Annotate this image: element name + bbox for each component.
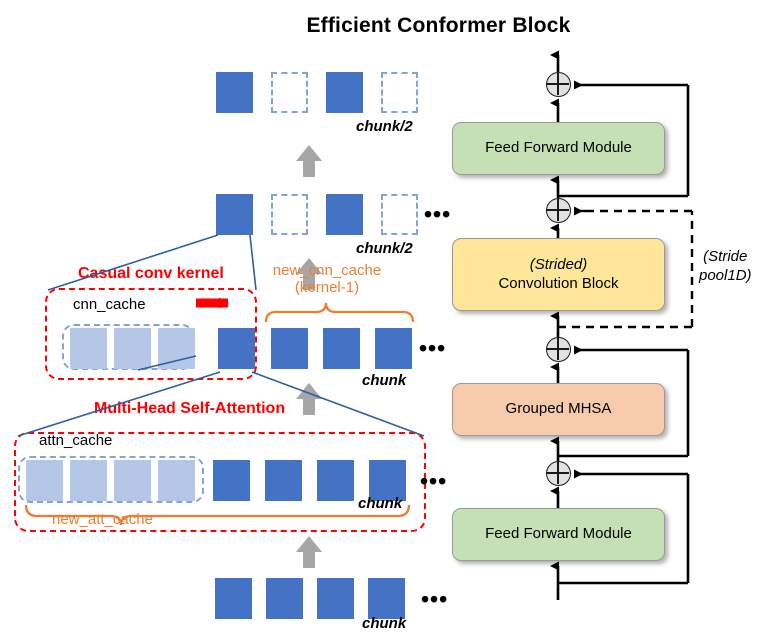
square-solid <box>216 72 253 113</box>
stride-note-line1: (Stride <box>703 248 748 265</box>
stride-note-line2: pool1D) <box>699 266 752 284</box>
multi-head-self-attention-label: Multi-Head Self-Attention <box>94 400 286 417</box>
diagram-canvas: Efficient Conformer Block chunk/2 ••• ch… <box>0 0 757 641</box>
module-convolution-block: (Strided) Convolution Block <box>452 238 665 311</box>
square-solid <box>266 578 303 619</box>
square-solid <box>213 460 250 501</box>
module-label: Feed Forward Module <box>485 139 632 157</box>
module-grouped-mhsa: Grouped MHSA <box>452 383 665 436</box>
adder-icon <box>546 461 571 486</box>
square-cache <box>70 460 107 501</box>
adder-icon <box>546 337 571 362</box>
chunk-label: chunk <box>358 495 403 512</box>
square-cache <box>114 328 151 369</box>
square-solid <box>271 328 308 369</box>
chunk-label: chunk <box>362 615 407 632</box>
stride-pool-note: (Stride pool1D) <box>699 248 752 286</box>
adder-icon <box>546 72 571 97</box>
up-arrow-icon <box>296 383 322 415</box>
square-solid <box>215 578 252 619</box>
new-att-cache-label: new_att_cache <box>52 511 153 528</box>
module-label: Grouped MHSA <box>505 400 612 418</box>
module-feed-forward-top: Feed Forward Module <box>452 122 665 175</box>
chunk-label: chunk <box>362 372 407 389</box>
square-cache <box>158 460 195 501</box>
casual-conv-kernel-label: Casual conv kernel <box>78 265 224 282</box>
chunk-label: chunk/2 <box>356 240 413 257</box>
up-arrow-icon <box>296 536 322 568</box>
ellipsis: ••• <box>419 335 447 361</box>
module-label-italic: (Strided) <box>529 255 588 273</box>
square-cache <box>158 328 195 369</box>
ellipsis: ••• <box>421 586 449 612</box>
cnn-cache-label: cnn_cache <box>73 296 146 313</box>
ellipsis: ••• <box>424 201 452 227</box>
new-cnn-cache-label: new_cnn_cache (kernel-1) <box>262 262 392 297</box>
square-solid <box>368 578 405 619</box>
page-title: Efficient Conformer Block <box>306 14 571 37</box>
square-cache <box>70 328 107 369</box>
new-cnn-cache-brace <box>264 302 415 323</box>
square-solid <box>326 72 363 113</box>
square-ghost <box>271 72 308 113</box>
square-solid <box>265 460 302 501</box>
module-label: Feed Forward Module <box>485 525 632 543</box>
adder-icon <box>546 198 571 223</box>
new-cnn-cache-line2: (kernel-1) <box>294 279 360 297</box>
square-ghost <box>381 194 418 235</box>
attn-cache-label: attn_cache <box>39 432 113 449</box>
square-solid <box>317 578 354 619</box>
square-solid <box>317 460 354 501</box>
ellipsis: ••• <box>420 468 448 494</box>
new-cnn-cache-line1: new_cnn_cache <box>272 262 382 279</box>
square-cache <box>26 460 63 501</box>
square-solid <box>216 194 253 235</box>
square-solid <box>323 328 360 369</box>
up-arrow-icon <box>296 145 322 177</box>
square-solid <box>375 328 412 369</box>
square-ghost <box>271 194 308 235</box>
module-label: Convolution Block <box>498 274 619 292</box>
square-cache <box>114 460 151 501</box>
chunk-label: chunk/2 <box>356 118 413 135</box>
module-feed-forward-bottom: Feed Forward Module <box>452 508 665 561</box>
square-solid <box>326 194 363 235</box>
square-ghost <box>381 72 418 113</box>
square-solid <box>218 328 255 369</box>
